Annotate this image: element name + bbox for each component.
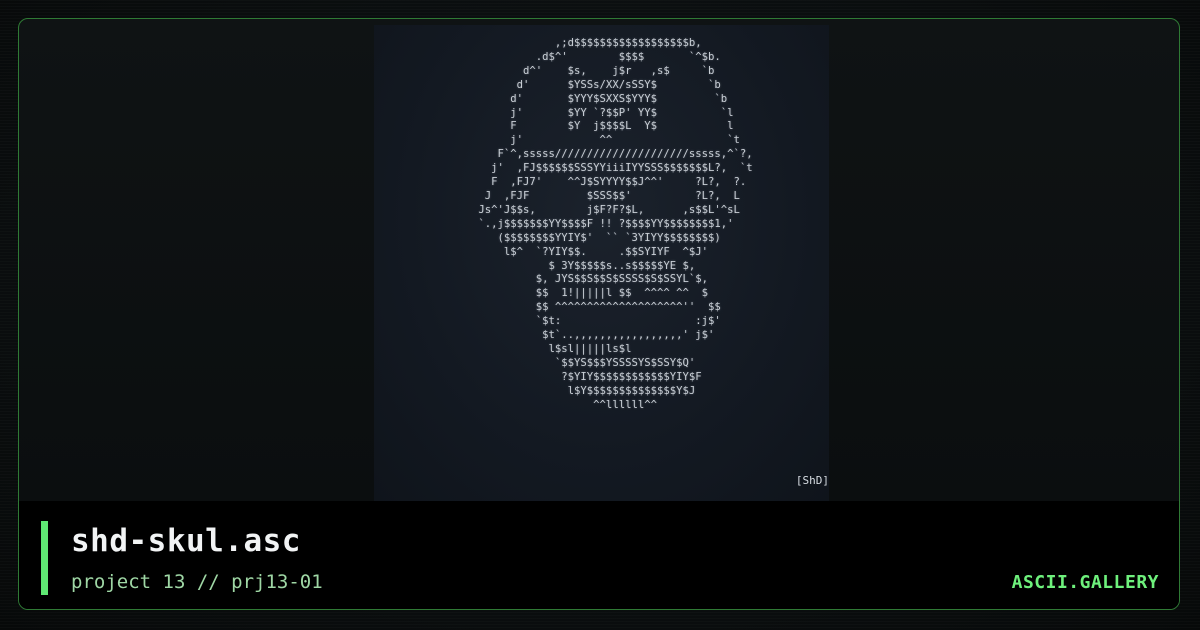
brand-logo-text[interactable]: ASCII.GALLERY: [1012, 572, 1159, 593]
project-subtitle: project 13 // prj13-01: [71, 571, 323, 593]
artist-tag: [ShD]: [795, 474, 829, 487]
caption-bar: shd-skul.asc project 13 // prj13-01 ASCI…: [19, 501, 1179, 609]
ascii-artwork-panel: ,;d$$$$$$$$$$$$$$$$$$b, .d$^' $$$$ `^$b.…: [374, 25, 829, 501]
card-frame: ,;d$$$$$$$$$$$$$$$$$$b, .d$^' $$$$ `^$b.…: [18, 18, 1180, 610]
file-title[interactable]: shd-skul.asc: [71, 523, 301, 559]
og-card: ,;d$$$$$$$$$$$$$$$$$$b, .d$^' $$$$ `^$b.…: [0, 0, 1200, 630]
accent-bar: [41, 521, 48, 595]
ascii-art-skull: ,;d$$$$$$$$$$$$$$$$$$b, .d$^' $$$$ `^$b.…: [478, 37, 753, 411]
